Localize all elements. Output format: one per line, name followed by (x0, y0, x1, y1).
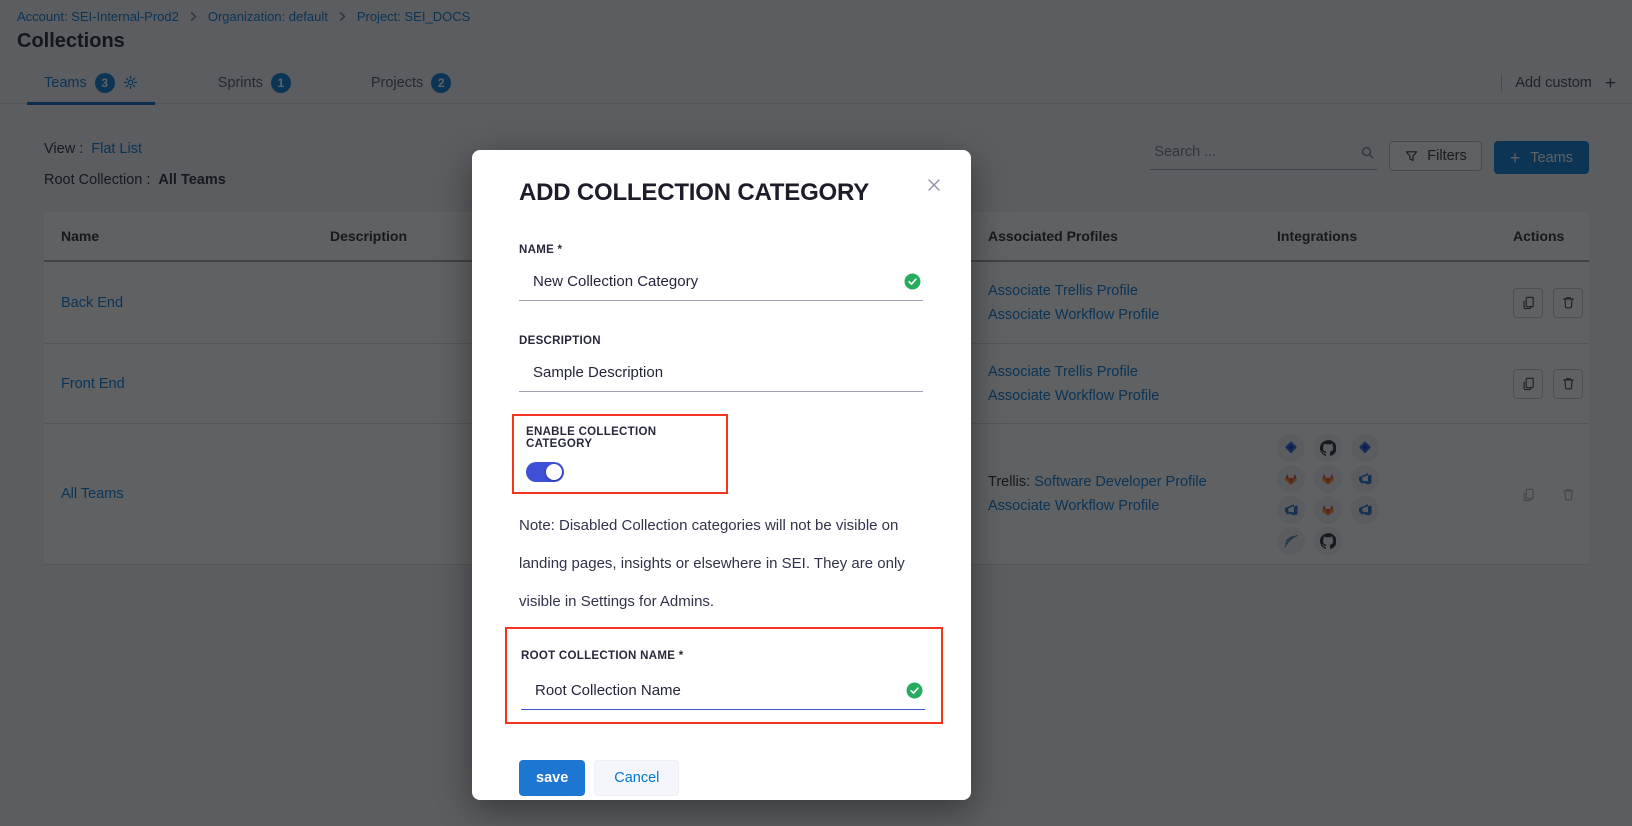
save-button[interactable]: save (519, 760, 585, 796)
close-icon[interactable] (923, 174, 945, 196)
toggle-knob (546, 464, 562, 480)
description-field-row (519, 357, 923, 392)
description-label: DESCRIPTION (519, 335, 923, 347)
valid-check-icon (904, 273, 921, 290)
root-collection-input[interactable] (533, 681, 906, 700)
annotation-box-enable: ENABLE COLLECTION CATEGORY (512, 414, 728, 494)
valid-check-icon (906, 682, 923, 699)
cancel-button[interactable]: Cancel (594, 760, 679, 796)
name-label: NAME * (519, 244, 923, 256)
modal-title: ADD COLLECTION CATEGORY (519, 178, 923, 208)
disabled-note-text: Note: Disabled Collection categories wil… (519, 507, 923, 621)
description-input[interactable] (531, 363, 921, 382)
root-collection-name-label: ROOT COLLECTION NAME * (521, 650, 925, 662)
add-collection-category-modal: ADD COLLECTION CATEGORY NAME * DESCRIPTI… (472, 150, 971, 800)
name-input[interactable] (531, 272, 904, 291)
enable-collection-category-label: ENABLE COLLECTION CATEGORY (526, 426, 726, 450)
root-collection-field-row (521, 675, 925, 710)
enable-toggle[interactable] (526, 462, 564, 482)
name-field-row (519, 266, 923, 301)
annotation-box-root-collection: ROOT COLLECTION NAME * (505, 627, 943, 724)
modal-actions: save Cancel (519, 760, 923, 796)
